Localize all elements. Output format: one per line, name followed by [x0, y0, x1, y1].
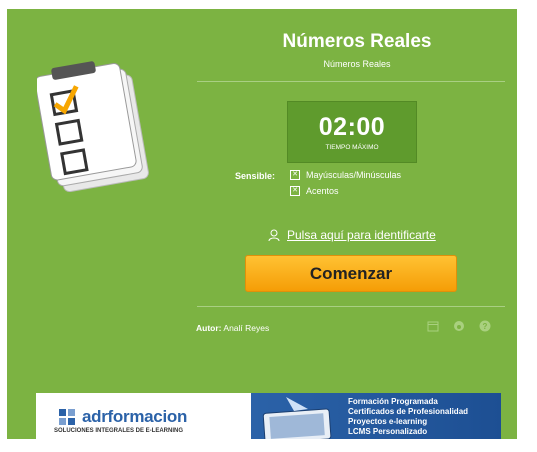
- ad-banner[interactable]: adrformacion SOLUCIONES INTEGRALES DE E-…: [36, 393, 501, 439]
- quiz-panel: Números Reales Números Reales 02:00 TIEM…: [7, 9, 517, 439]
- user-icon: [268, 229, 280, 241]
- banner-line-2: Certificados de Profesionalidad: [348, 407, 469, 416]
- case-sensitive-option: ✕ Mayúsculas/Minúsculas: [290, 170, 401, 180]
- footer-divider: [197, 306, 505, 307]
- tablet-icon: [262, 397, 332, 439]
- brand-logo-icon: [58, 408, 76, 426]
- case-option-label: Mayúsculas/Minúsculas: [306, 170, 402, 180]
- case-checkbox-icon: ✕: [290, 170, 300, 180]
- author-name: Analí Reyes: [223, 323, 270, 333]
- banner-brand: adrformacion: [58, 407, 187, 427]
- banner-line-3: Proyectos e-learning: [348, 417, 428, 426]
- quiz-title: Números Reales: [282, 31, 432, 52]
- brand-name: adrformacion: [82, 407, 188, 426]
- author-info: Autor: Analí Reyes: [196, 323, 269, 333]
- start-button[interactable]: Comenzar: [245, 255, 457, 292]
- login-link-text[interactable]: Pulsa aquí para identificarte: [287, 228, 436, 242]
- help-icon[interactable]: ?: [479, 320, 491, 332]
- accents-option-label: Acentos: [306, 186, 339, 196]
- accents-checkbox-icon: ✕: [290, 186, 300, 196]
- timer-box: 02:00 TIEMPO MÁXIMO: [287, 101, 417, 163]
- eye-icon[interactable]: [453, 320, 465, 332]
- timer-label: TIEMPO MÁXIMO: [325, 144, 379, 151]
- banner-line-4: LCMS Personalizado: [348, 427, 428, 436]
- author-label: Autor:: [196, 323, 222, 333]
- svg-text:?: ?: [483, 322, 488, 331]
- divider: [197, 81, 505, 82]
- login-link[interactable]: Pulsa aquí para identificarte: [268, 228, 436, 242]
- quiz-subtitle: Números Reales: [323, 59, 391, 69]
- banner-line-1: Formación Programada: [348, 397, 438, 406]
- checklist-clipboard-icon: [37, 61, 149, 193]
- sensitivity-label: Sensible:: [235, 171, 276, 181]
- banner-tagline: SOLUCIONES INTEGRALES DE E-LEARNING: [54, 428, 184, 434]
- timer-value: 02:00: [318, 113, 386, 141]
- calendar-icon[interactable]: [427, 320, 439, 332]
- accents-option: ✕ Acentos: [290, 186, 339, 196]
